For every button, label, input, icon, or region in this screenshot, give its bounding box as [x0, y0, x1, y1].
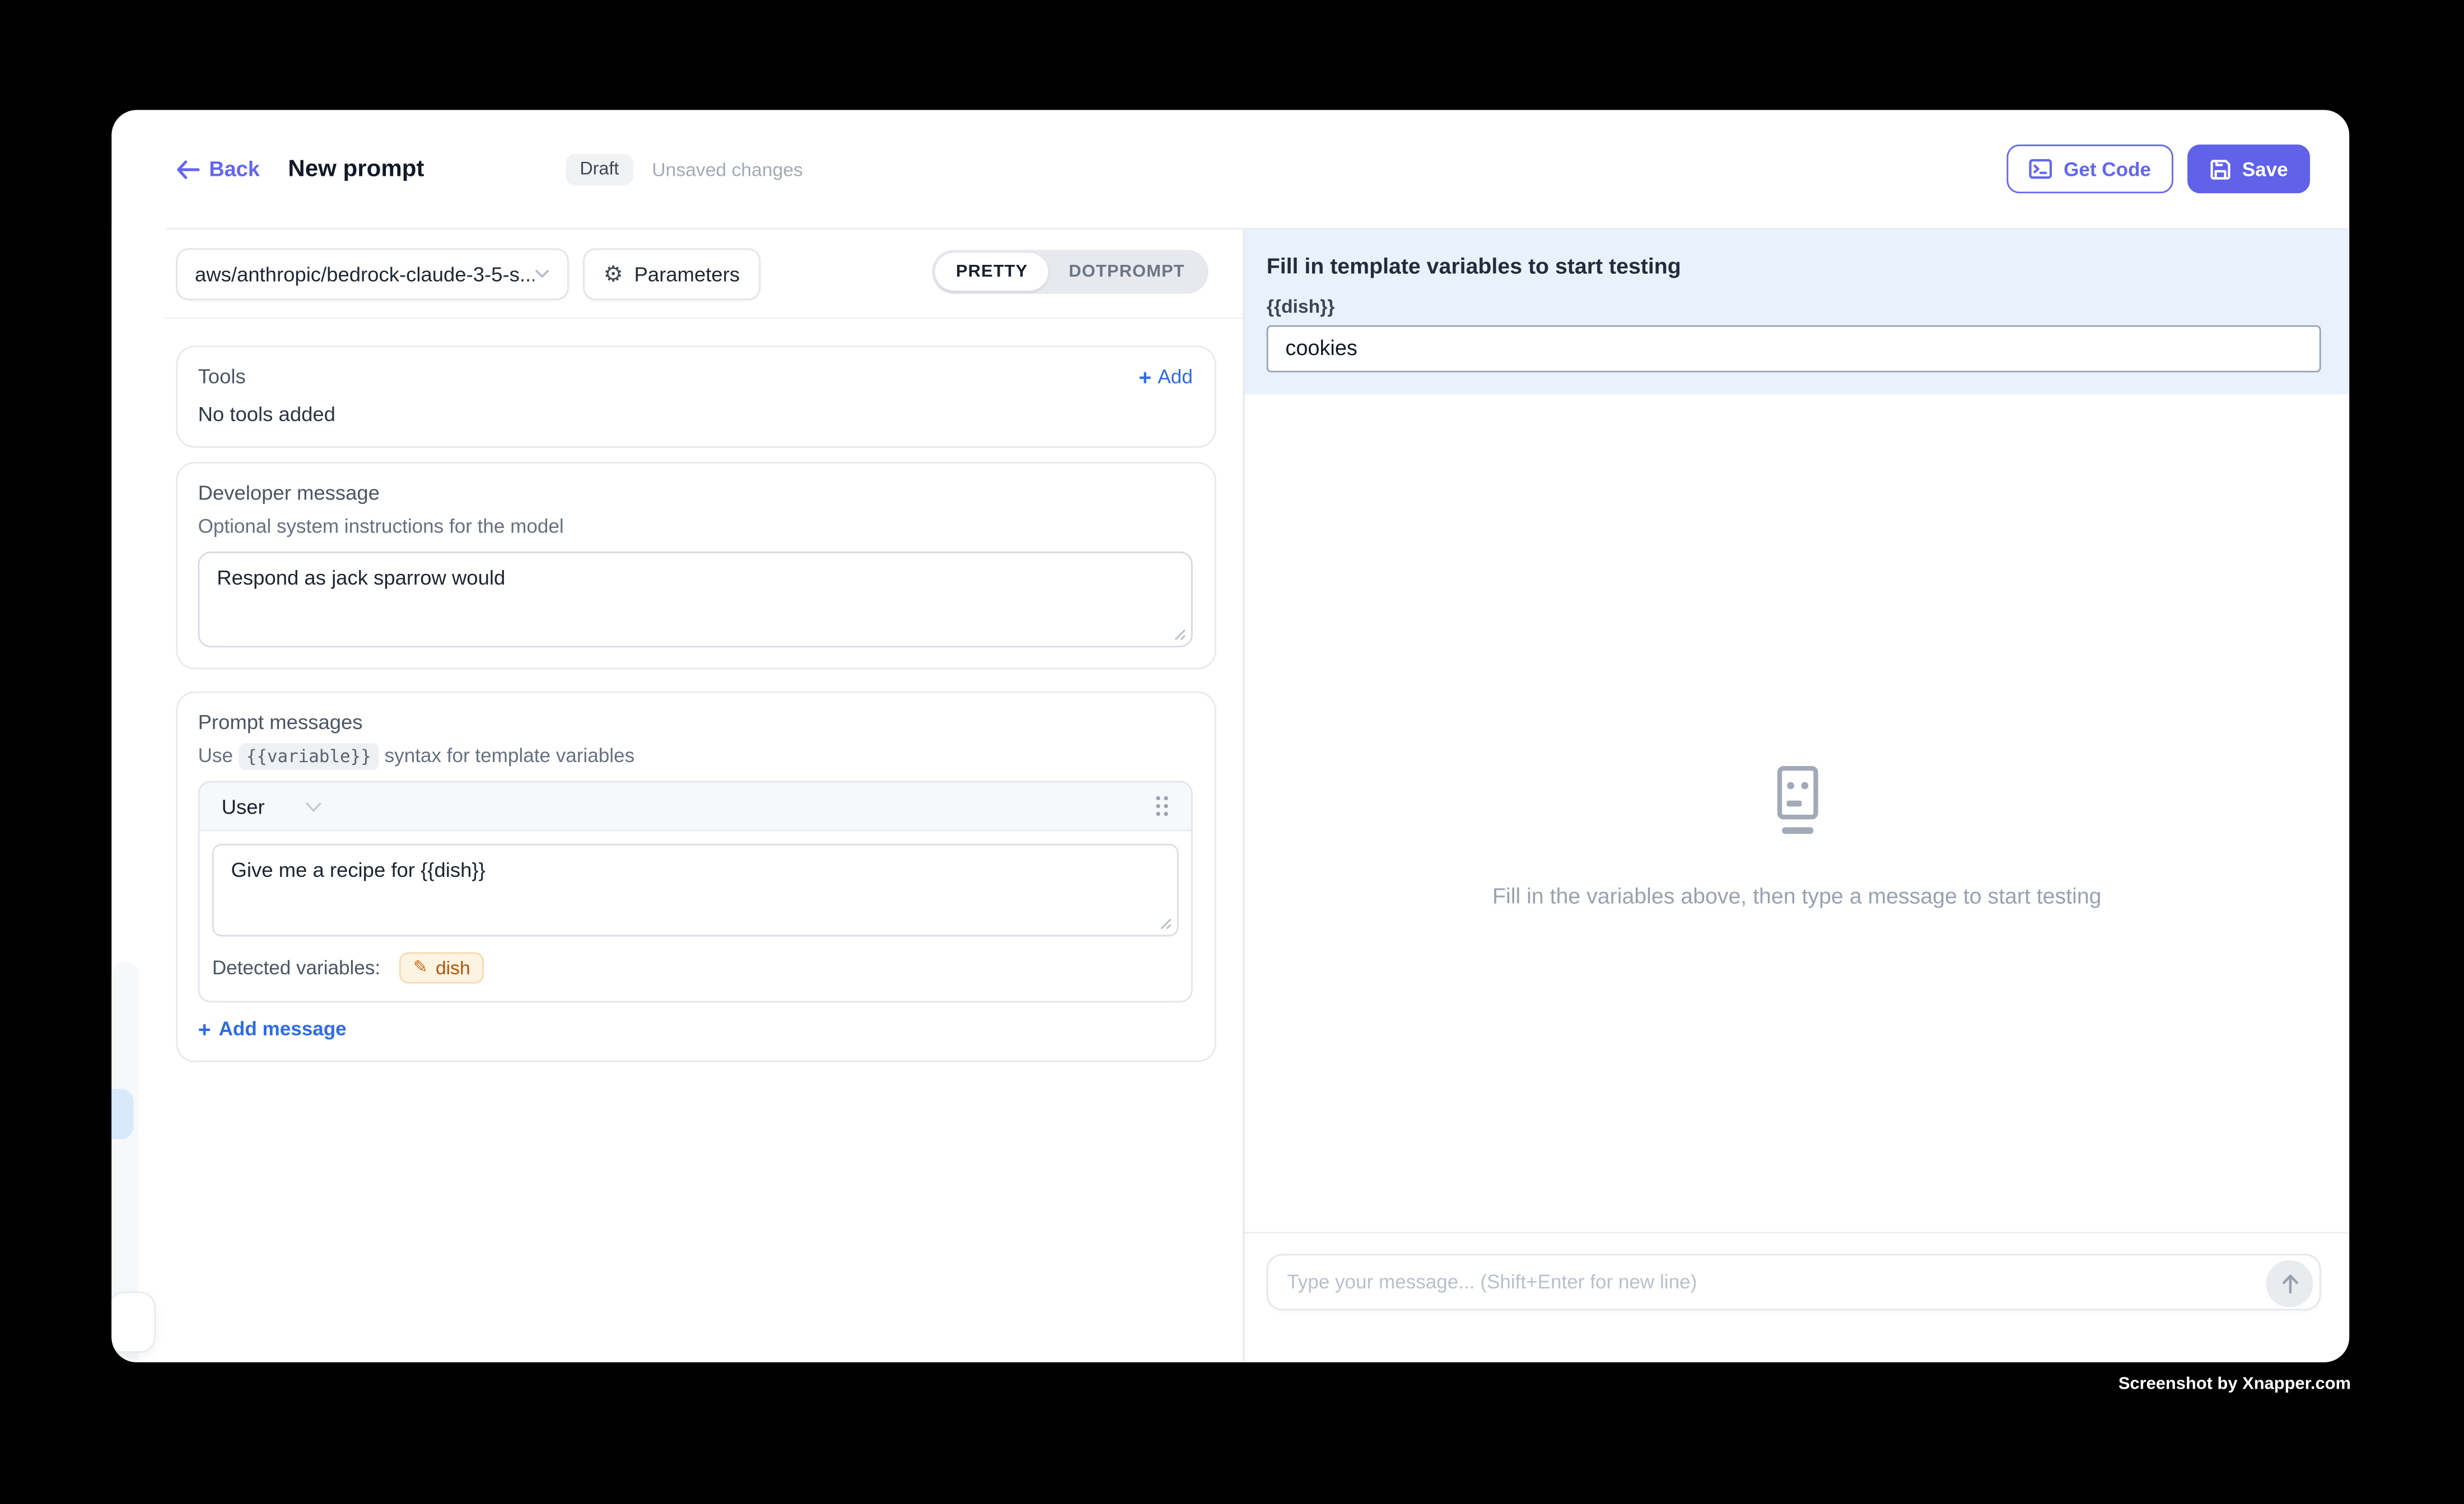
developer-message-subtitle: Optional system instructions for the mod… [198, 515, 1193, 537]
tools-empty-text: No tools added [198, 402, 1193, 426]
detected-variables-label: Detected variables: [212, 957, 380, 979]
detected-variables-row: Detected variables: ✎ dish [199, 936, 1191, 1001]
role-select-value: User [222, 794, 265, 818]
message-block: User Give me a recipe for {{dish}} [198, 781, 1193, 1003]
terminal-icon [2029, 159, 2052, 179]
add-message-button[interactable]: + Add message [198, 1018, 1193, 1040]
pencil-icon: ✎ [413, 959, 428, 977]
back-button[interactable]: Back [176, 157, 260, 181]
editor-toolbar: aws/anthropic/bedrock-claude-3-5-s... ⚙ … [111, 228, 1243, 319]
sidebar-sliver-active-item[interactable] [111, 1089, 133, 1139]
arrow-up-icon [2279, 1273, 2299, 1295]
plus-icon: + [198, 1018, 211, 1040]
save-icon [2209, 158, 2231, 180]
status-badge: Draft [566, 153, 633, 185]
chat-input-bar [1244, 1232, 2349, 1362]
role-chevron-down-icon[interactable] [306, 801, 323, 812]
subtitle-prefix: Use [198, 745, 233, 767]
prompt-messages-subtitle: Use {{variable}} syntax for template var… [198, 745, 1193, 767]
variable-syntax-chip: {{variable}} [239, 743, 379, 770]
drag-handle-icon[interactable] [1155, 795, 1169, 817]
save-label: Save [2242, 158, 2288, 180]
chat-empty-state: Fill in the variables above, then type a… [1244, 764, 2349, 907]
prompt-messages-title: Prompt messages [198, 710, 1193, 734]
add-tool-button[interactable]: + Add [1138, 365, 1193, 387]
add-message-label: Add message [219, 1018, 347, 1040]
plus-icon: + [1138, 365, 1151, 387]
robot-face-icon [1766, 764, 1828, 837]
tools-title: Tools [198, 365, 246, 388]
developer-message-field-wrap: Respond as jack sparrow would [198, 552, 1193, 647]
prompt-editor-panel: aws/anthropic/bedrock-claude-3-5-s... ⚙ … [111, 228, 1244, 1362]
add-tool-label: Add [1158, 365, 1192, 387]
variable-name-label: {{dish}} [1267, 295, 2321, 316]
view-toggle: PRETTY DOTPROMPT [932, 249, 1208, 293]
unsaved-changes-text: Unsaved changes [652, 158, 803, 180]
variable-value-input[interactable] [1267, 324, 2321, 371]
resize-handle-icon[interactable] [1158, 916, 1172, 930]
message-body: Give me a recipe for {{dish}} [199, 831, 1191, 936]
tools-card: Tools + Add No tools added [176, 345, 1216, 447]
template-variables-title: Fill in template variables to start test… [1267, 252, 2321, 277]
prompt-messages-card: Prompt messages Use {{variable}} syntax … [176, 692, 1216, 1062]
variable-chip-name: dish [436, 957, 470, 979]
back-label: Back [209, 157, 260, 181]
message-header: User [199, 782, 1191, 831]
header: Back New prompt Draft Unsaved changes Ge… [111, 110, 2349, 228]
variable-chip-dish[interactable]: ✎ dish [399, 952, 484, 984]
chat-message-input[interactable] [1287, 1271, 2253, 1293]
toolbar-divider [165, 317, 1243, 319]
send-button[interactable] [2266, 1260, 2313, 1307]
test-panel: Fill in template variables to start test… [1244, 228, 2349, 1362]
model-select-value: aws/anthropic/bedrock-claude-3-5-s... [195, 262, 534, 286]
chevron-down-icon [534, 269, 550, 279]
developer-message-card: Developer message Optional system instru… [176, 462, 1216, 669]
parameters-label: Parameters [634, 262, 740, 286]
chat-input-box [1267, 1254, 2321, 1310]
developer-message-title: Developer message [198, 481, 1193, 505]
message-field-wrap: Give me a recipe for {{dish}} [212, 844, 1179, 937]
parameters-button[interactable]: ⚙ Parameters [583, 248, 760, 300]
toggle-pretty[interactable]: PRETTY [936, 252, 1048, 289]
get-code-label: Get Code [2064, 158, 2151, 180]
subtitle-suffix: syntax for template variables [385, 745, 634, 767]
sidebar-sliver-card [111, 1292, 156, 1353]
get-code-button[interactable]: Get Code [2007, 145, 2173, 194]
editor-content: Tools + Add No tools added Developer mes… [111, 319, 1243, 1062]
back-arrow-icon [176, 160, 199, 179]
chat-empty-text: Fill in the variables above, then type a… [1244, 882, 2349, 908]
chat-area: Fill in the variables above, then type a… [1244, 394, 2349, 1232]
model-select[interactable]: aws/anthropic/bedrock-claude-3-5-s... [176, 248, 569, 300]
screenshot-credit: Screenshot by Xnapper.com [2118, 1375, 2351, 1394]
page-title: New prompt [288, 156, 424, 183]
message-textarea[interactable]: Give me a recipe for {{dish}} [214, 846, 1177, 935]
template-variables-panel: Fill in template variables to start test… [1244, 228, 2349, 394]
toggle-dotprompt[interactable]: DOTPROMPT [1048, 252, 1205, 289]
screenshot-stage: Back New prompt Draft Unsaved changes Ge… [0, 0, 2464, 1504]
app-window: Back New prompt Draft Unsaved changes Ge… [111, 110, 2349, 1362]
resize-handle-icon[interactable] [1172, 627, 1186, 641]
gear-icon: ⚙ [604, 263, 623, 284]
header-actions: Get Code Save [2007, 145, 2310, 194]
save-button[interactable]: Save [2187, 145, 2310, 194]
developer-message-textarea[interactable]: Respond as jack sparrow would [199, 553, 1191, 646]
